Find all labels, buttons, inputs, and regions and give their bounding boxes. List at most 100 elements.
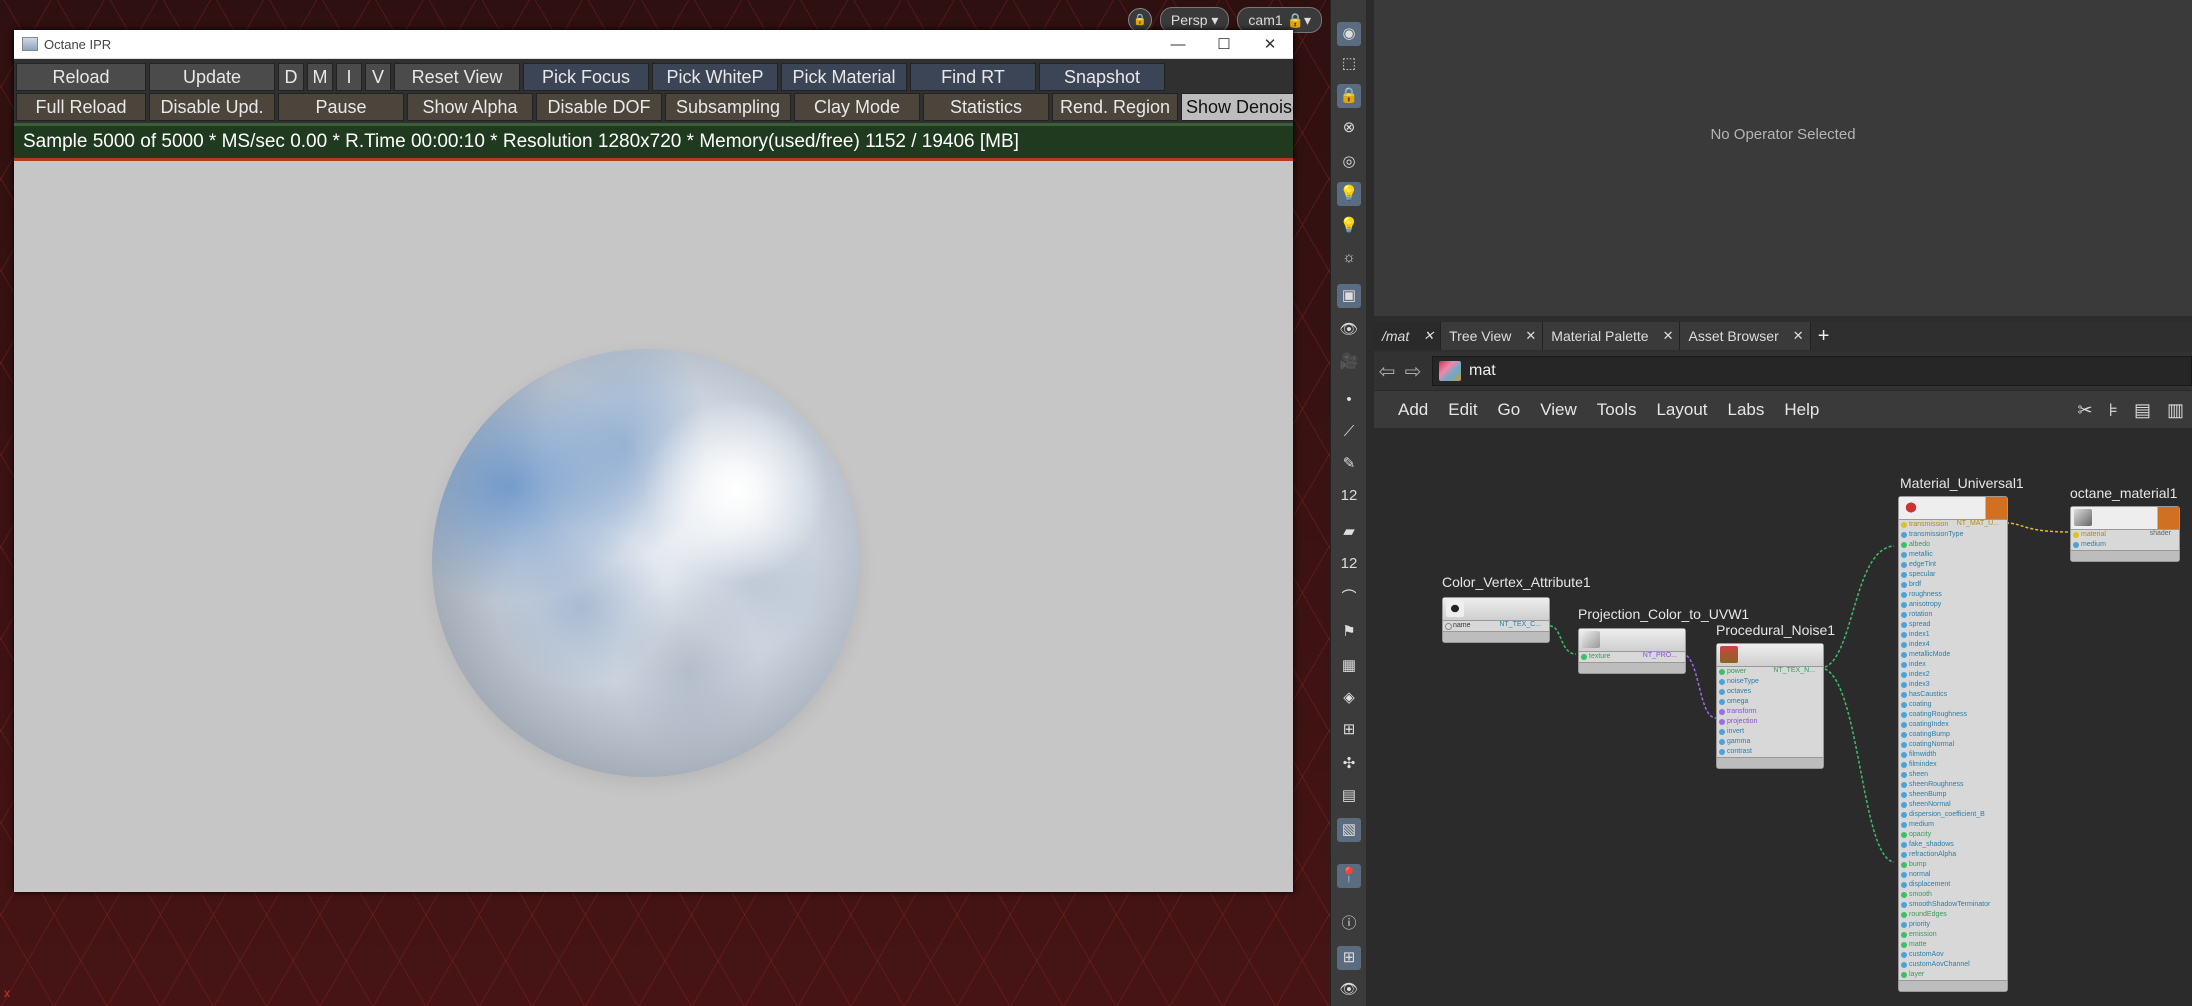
port-filmindex[interactable]: filmindex [1899,760,2007,770]
display-icon[interactable]: ◎ [1337,150,1361,174]
close-button[interactable]: ✕ [1247,35,1293,53]
tab-asset-browser[interactable]: Asset Browser ✕ [1680,322,1811,350]
handle-icon[interactable]: ✣ [1337,752,1361,776]
port-refractionalpha[interactable]: refractionAlpha [1899,850,2007,860]
port-coatingroughness[interactable]: coatingRoughness [1899,710,2007,720]
node-material-universal[interactable]: NT_MAT_U... transmission transmissionType… [1898,496,2008,992]
port-spread[interactable]: spread [1899,620,2007,630]
pick-focus-button[interactable]: Pick Focus [523,63,649,91]
port-coatingindex[interactable]: coatingIndex [1899,720,2007,730]
lock-icon[interactable]: 🔒 [1127,8,1152,32]
port-projection[interactable]: projection [1717,717,1823,727]
pause-button[interactable]: Pause [278,93,404,121]
port-hascaustics[interactable]: hasCaustics [1899,690,2007,700]
port-transmissiontype[interactable]: transmissionType [1899,530,2007,540]
close-icon[interactable]: ✕ [1663,322,1674,350]
port-brdf[interactable]: brdf [1899,580,2007,590]
snap-icon[interactable]: ◈ [1337,686,1361,710]
tab-material-palette[interactable]: Material Palette ✕ [1543,322,1681,350]
show-denoise-button[interactable]: Show Denoise [1181,93,1293,121]
node-color-vertex-attribute[interactable]: name NT_TEX_C... [1442,597,1550,643]
node-projection-color-to-uvw[interactable]: texture NT_PRO... [1578,628,1686,674]
background-icon[interactable]: ▧ [1337,818,1361,842]
close-icon[interactable]: ✕ [1423,322,1434,350]
visibility-toggle-icon[interactable]: 👁 [1337,978,1361,1002]
port-coatingnormal[interactable]: coatingNormal [1899,740,2007,750]
reload-button[interactable]: Reload [16,63,146,91]
port-customaov[interactable]: customAov [1899,950,2007,960]
port-opacity[interactable]: opacity [1899,830,2007,840]
port-priority[interactable]: priority [1899,920,2007,930]
menu-labs[interactable]: Labs [1728,400,1765,420]
port-sheen[interactable]: sheen [1899,770,2007,780]
menu-view[interactable]: View [1540,400,1577,420]
port-transmission[interactable]: transmission [1899,520,2007,530]
port-coating[interactable]: coating [1899,700,2007,710]
port-edgetint[interactable]: edgeTint [1899,560,2007,570]
port-layer[interactable]: layer [1899,970,2007,980]
light-off-icon[interactable]: ☼ [1337,246,1361,270]
texture-icon[interactable]: ▣ [1337,284,1361,308]
ipr-titlebar[interactable]: Octane IPR — ☐ ✕ [14,30,1293,59]
subsampling-button[interactable]: Subsampling [665,93,791,121]
port-metallic[interactable]: metallic [1899,550,2007,560]
port-noise-type[interactable]: noiseType [1717,677,1823,687]
v-toggle-button[interactable]: V [365,63,391,91]
port-roundedges[interactable]: roundEdges [1899,910,2007,920]
port-index4[interactable]: index4 [1899,640,2007,650]
port-metallicmode[interactable]: metallicMode [1899,650,2007,660]
path-field[interactable]: mat [1432,356,2192,386]
port-customaovchannel[interactable]: customAovChannel [1899,960,2007,970]
full-reload-button[interactable]: Full Reload [16,93,146,121]
pick-whitepoint-button[interactable]: Pick WhiteP [652,63,778,91]
number-icon[interactable]: 12 [1337,484,1361,508]
port-dispersion-coefficient-b[interactable]: dispersion_coefficient_B [1899,810,2007,820]
port-sheenroughness[interactable]: sheenRoughness [1899,780,2007,790]
port-sheenbump[interactable]: sheenBump [1899,790,2007,800]
port-omega[interactable]: omega [1717,697,1823,707]
camera-icon[interactable]: 🎥 [1337,350,1361,374]
clay-mode-button[interactable]: Clay Mode [794,93,920,121]
tab-tree-view[interactable]: Tree View ✕ [1441,322,1544,350]
port-matte[interactable]: matte [1899,940,2007,950]
port-coatingbump[interactable]: coatingBump [1899,730,2007,740]
port-bump[interactable]: bump [1899,860,2007,870]
show-alpha-button[interactable]: Show Alpha [407,93,533,121]
checker-icon[interactable]: ▦ [1337,654,1361,678]
headlight-icon[interactable]: 💡 [1337,214,1361,238]
menu-edit[interactable]: Edit [1448,400,1477,420]
menu-add[interactable]: Add [1398,400,1428,420]
disable-updates-button[interactable]: Disable Upd. [149,93,275,121]
d-toggle-button[interactable]: D [278,63,304,91]
lock-icon[interactable]: 🔒 [1337,84,1361,108]
port-index2[interactable]: index2 [1899,670,2007,680]
port-medium[interactable]: medium [1899,820,2007,830]
node-octane-material[interactable]: material medium shader [2070,506,2180,562]
port-contrast[interactable]: contrast [1717,747,1823,757]
render-region-button[interactable]: Rend. Region [1052,93,1178,121]
grid-icon[interactable]: ⊞ [1337,718,1361,742]
add-tab-button[interactable]: + [1811,322,1837,352]
reset-view-button[interactable]: Reset View [394,63,520,91]
pen-icon[interactable]: ✎ [1337,452,1361,476]
maximize-button[interactable]: ☐ [1201,35,1247,53]
menu-go[interactable]: Go [1498,400,1521,420]
port-filmwidth[interactable]: filmwidth [1899,750,2007,760]
port-fake-shadows[interactable]: fake_shadows [1899,840,2007,850]
layers-icon[interactable]: ▤ [1337,784,1361,808]
view-icon[interactable]: ◉ [1337,22,1361,46]
node-procedural-noise[interactable]: power noiseType octaves omega transform … [1716,643,1824,769]
snapshot-button[interactable]: Snapshot [1039,63,1165,91]
m-toggle-button[interactable]: M [307,63,333,91]
port-emission[interactable]: emission [1899,930,2007,940]
port-index[interactable]: index [1899,660,2007,670]
statistics-button[interactable]: Statistics [923,93,1049,121]
close-icon[interactable]: ✕ [1525,322,1536,350]
select-icon[interactable]: ⬚ [1337,52,1361,76]
ghost-icon[interactable]: ⊗ [1337,116,1361,140]
port-index3[interactable]: index3 [1899,680,2007,690]
light-icon[interactable]: 💡 [1337,182,1361,206]
port-smoothshadowterminator[interactable]: smoothShadowTerminator [1899,900,2007,910]
layout-icon[interactable]: ⊞ [1337,946,1361,970]
render-view[interactable] [14,161,1293,890]
